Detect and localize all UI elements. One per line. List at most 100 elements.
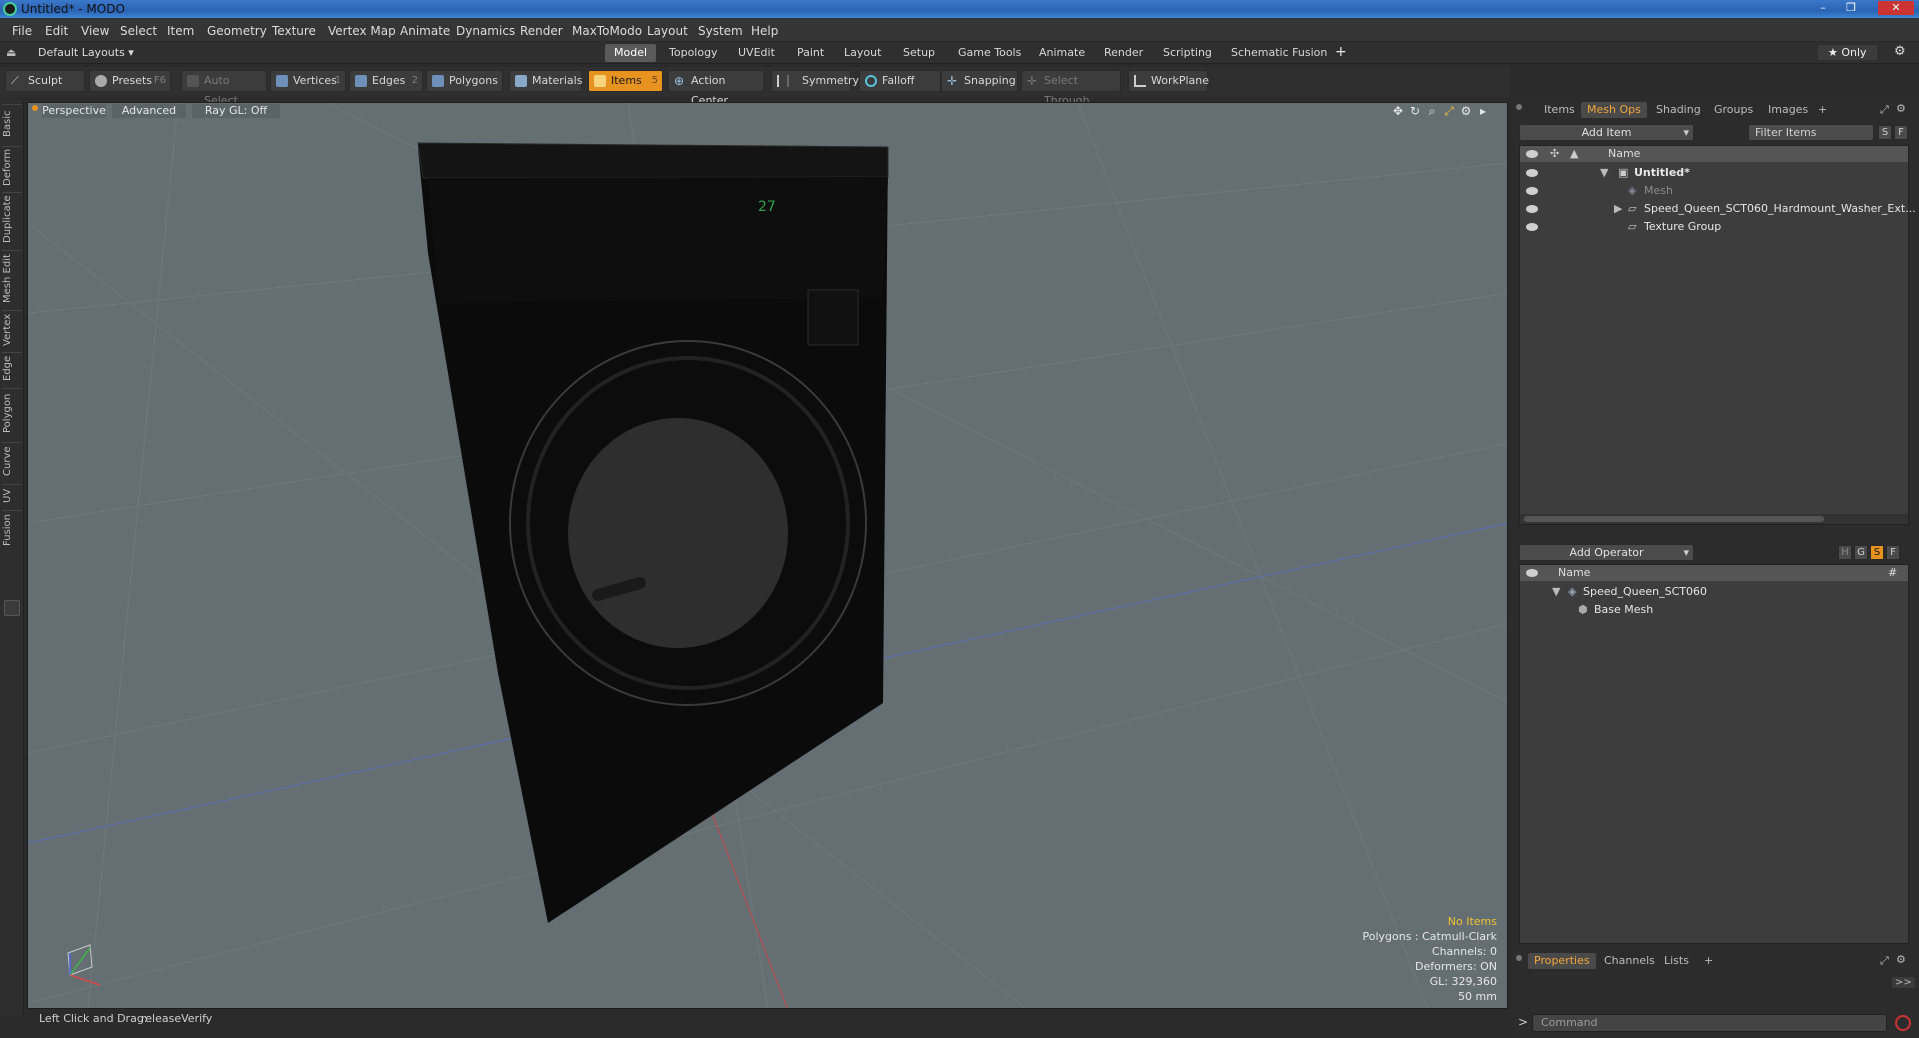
tab-vertex[interactable]: Vertex (2, 310, 22, 348)
tab-polygon[interactable]: Polygon (2, 388, 22, 438)
operator-g-button[interactable]: G (1854, 545, 1868, 560)
menu-system[interactable]: System (698, 24, 743, 38)
command-input[interactable]: Command (1532, 1014, 1887, 1032)
menu-texture[interactable]: Texture (272, 24, 316, 38)
presets-button[interactable]: Presets F6 (89, 70, 171, 92)
items-button[interactable]: Items 5 (588, 70, 663, 92)
3d-viewport[interactable]: 27 Perspective Advanced Ray GL: Off ✥ ↻ … (27, 102, 1508, 1009)
operator-list[interactable]: Name # ▼ ◈ Speed_Queen_SCT060 ⬢ Base Mes… (1519, 564, 1909, 944)
panel-expand-icon[interactable]: ⤢ (1880, 103, 1889, 117)
tab-scripting[interactable]: Scripting (1154, 44, 1221, 62)
select-through-button[interactable]: ✛ Select Through (1021, 70, 1121, 107)
filter-items-input[interactable]: Filter Items (1748, 124, 1874, 141)
tab-curve[interactable]: Curve (2, 442, 22, 480)
default-layouts-dropdown[interactable]: Default Layouts ▾ (38, 46, 134, 59)
tab-lists[interactable]: Lists (1658, 953, 1695, 969)
menu-view[interactable]: View (81, 24, 109, 38)
tab-layout[interactable]: Layout (835, 44, 890, 62)
menu-render[interactable]: Render (520, 24, 563, 38)
tab-duplicate[interactable]: Duplicate (2, 192, 22, 246)
viewport-menu-icon[interactable] (32, 105, 38, 111)
tab-items[interactable]: Items (1538, 102, 1581, 118)
edges-button[interactable]: Edges 2 (349, 70, 423, 92)
zoom-icon[interactable]: ⌕ (1425, 104, 1439, 118)
collapse-arrow-icon[interactable]: ▼ (1552, 583, 1560, 601)
tab-paint[interactable]: Paint (788, 44, 833, 62)
sculpt-button[interactable]: ⟋ Sculpt (5, 70, 85, 92)
menu-file[interactable]: File (12, 24, 32, 38)
properties-expand-button[interactable]: >> (1892, 977, 1915, 988)
tree-row-speed-queen[interactable]: ▶ ▱ Speed_Queen_SCT060_Hardmount_Washer_… (1520, 200, 1916, 218)
viewport-gear-icon[interactable]: ⚙ (1459, 104, 1473, 118)
close-button[interactable]: ✕ (1878, 1, 1914, 15)
record-icon[interactable] (1895, 1015, 1911, 1031)
filter-f-button[interactable]: F (1894, 125, 1908, 140)
item-list-scrollbar[interactable] (1520, 514, 1908, 524)
tab-uv[interactable]: UV (2, 484, 22, 506)
operator-row-base-mesh[interactable]: ⬢ Base Mesh (1520, 601, 1908, 619)
materials-button[interactable]: Materials (509, 70, 582, 92)
auto-select-button[interactable]: Auto Select (181, 70, 267, 107)
tab-basic[interactable]: Basic (2, 104, 22, 142)
vertices-button[interactable]: Vertices 1 (270, 70, 346, 92)
eye-icon[interactable] (1526, 187, 1538, 195)
workplane-button[interactable]: WorkPlane (1128, 70, 1209, 92)
tab-mesh-edit[interactable]: Mesh Edit (2, 250, 22, 306)
tab-game-tools[interactable]: Game Tools (949, 44, 1030, 62)
viewport-expand-icon[interactable]: ▸ (1476, 104, 1490, 118)
snapping-button[interactable]: ✛ Snapping (941, 70, 1018, 92)
panel-expand-icon[interactable]: ⤢ (1880, 954, 1889, 968)
tree-row-mesh[interactable]: ◈ Mesh (1520, 182, 1908, 200)
only-toggle[interactable]: ★ Only (1818, 45, 1877, 60)
tab-uvedit[interactable]: UVEdit (729, 44, 784, 62)
falloff-button[interactable]: Falloff (859, 70, 941, 92)
tab-fusion[interactable]: Fusion (2, 510, 22, 550)
layout-menu-icon[interactable]: ⏏ (6, 46, 16, 59)
tab-channels[interactable]: Channels (1598, 953, 1661, 969)
add-operator-button[interactable]: Add Operator ▾ (1519, 544, 1694, 561)
tab-schematic-fusion[interactable]: Schematic Fusion (1222, 44, 1336, 62)
item-list[interactable]: ✣ ▲ Name ▼ ▣ Untitled* ◈ Mesh ▶ ▱ Speed_… (1519, 145, 1916, 525)
menu-layout[interactable]: Layout (647, 24, 688, 38)
operator-f-button[interactable]: F (1886, 545, 1900, 560)
menu-maxtomodo[interactable]: MaxToModo (572, 24, 642, 38)
add-tab-button[interactable]: + (1812, 102, 1833, 118)
operator-s-button[interactable]: S (1870, 545, 1884, 560)
tab-groups[interactable]: Groups (1708, 102, 1759, 118)
minimize-button[interactable]: – (1812, 1, 1834, 15)
filter-s-button[interactable]: S (1878, 125, 1892, 140)
menu-geometry[interactable]: Geometry (207, 24, 267, 38)
panel-gear-icon[interactable]: ⚙ (1896, 102, 1906, 115)
gear-icon[interactable]: ⚙ (1894, 44, 1906, 59)
tab-images[interactable]: Images (1762, 102, 1814, 118)
polygons-button[interactable]: Polygons (426, 70, 503, 92)
tab-mesh-ops[interactable]: Mesh Ops (1581, 102, 1647, 118)
menu-item[interactable]: Item (167, 24, 194, 38)
tree-row-untitled[interactable]: ▼ ▣ Untitled* (1520, 164, 1908, 182)
panel-menu-icon[interactable] (1516, 104, 1522, 110)
collapse-arrow-icon[interactable]: ▼ (1600, 164, 1608, 182)
tab-model[interactable]: Model (605, 44, 657, 62)
tab-deform[interactable]: Deform (2, 146, 22, 188)
menu-animate[interactable]: Animate (400, 24, 450, 38)
add-item-button[interactable]: Add Item ▾ (1519, 124, 1694, 141)
fit-icon[interactable]: ⤢ (1442, 104, 1456, 118)
palette-toggle-button[interactable] (4, 600, 20, 616)
eye-icon[interactable] (1526, 169, 1538, 177)
add-tab-button[interactable]: + (1698, 953, 1719, 969)
tab-edge[interactable]: Edge (2, 352, 22, 384)
add-layout-button[interactable]: + (1335, 44, 1347, 60)
scrollbar-thumb[interactable] (1524, 516, 1824, 522)
rotate-icon[interactable]: ↻ (1408, 104, 1422, 118)
menu-vertex-map[interactable]: Vertex Map (328, 24, 396, 38)
menu-edit[interactable]: Edit (45, 24, 68, 38)
menu-help[interactable]: Help (751, 24, 778, 38)
panel-menu-icon[interactable] (1516, 955, 1522, 961)
view-type-dropdown[interactable]: Perspective (42, 104, 106, 118)
symmetry-button[interactable]: Symmetry (771, 70, 859, 92)
tree-row-texture-group[interactable]: ▱ Texture Group (1520, 218, 1908, 236)
raygl-toggle[interactable]: Ray GL: Off (192, 104, 280, 118)
eye-icon[interactable] (1526, 205, 1538, 213)
tab-animate[interactable]: Animate (1030, 44, 1094, 62)
eye-icon[interactable] (1526, 223, 1538, 231)
